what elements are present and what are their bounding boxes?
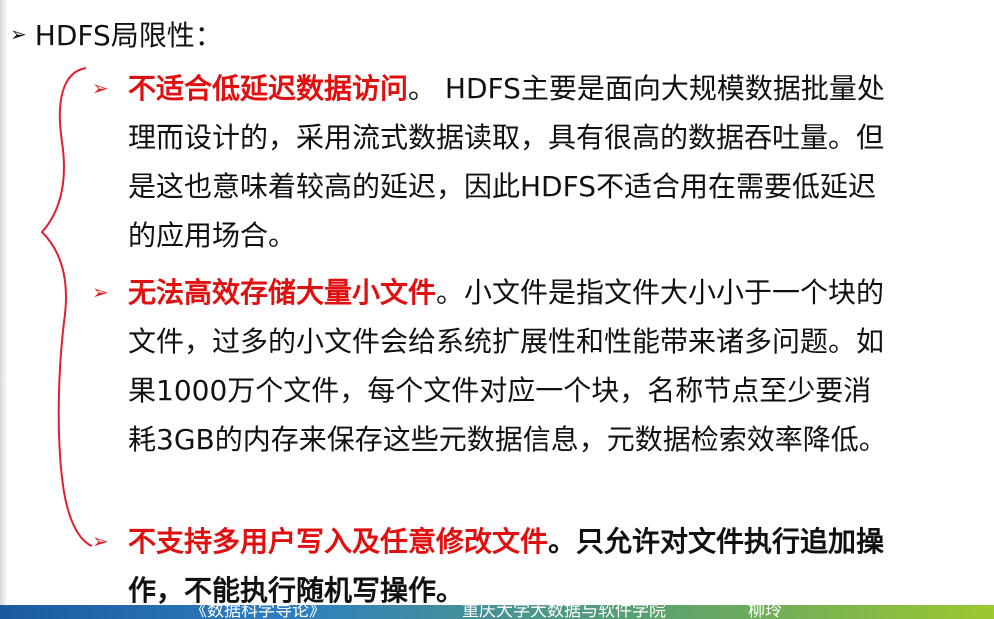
bullet-text: 不适合低延迟数据访问。 HDFS主要是面向大规模数据批量处理而设计的，采用流式数… [128,64,892,260]
footer-author: 柳玲 [748,605,782,619]
arrow-bullet-icon: ➢ [92,529,109,553]
bullet-text: 不支持多用户写入及任意修改文件。只允许对文件执行追加操作，不能执行随机写操作。 [128,517,892,615]
left-edge-shade [0,0,8,608]
footer-course: 《数据科学导论》 [190,605,326,619]
bullet-title: 不支持多用户写入及任意修改文件 [128,525,549,558]
arrow-bullet-icon: ➢ [92,76,109,100]
section-heading: ➢ HDFS局限性： [10,14,223,54]
section-heading-text: HDFS局限性： [34,19,223,52]
bullet-small-files: ➢ 无法高效存储大量小文件。小文件是指文件大小小于一个块的文件，过多的小文件会给… [92,268,892,464]
bullet-title: 不适合低延迟数据访问 [128,72,409,105]
arrow-bullet-icon: ➢ [10,22,27,46]
bullet-title: 无法高效存储大量小文件 [128,276,437,309]
footer-school: 重庆大学大数据与软件学院 [462,605,666,619]
bullet-low-latency: ➢ 不适合低延迟数据访问。 HDFS主要是面向大规模数据批量处理而设计的，采用流… [92,64,892,260]
footer-bar: 《数据科学导论》 重庆大学大数据与软件学院 柳玲 [0,605,994,619]
curly-brace-annotation [40,67,93,547]
arrow-bullet-icon: ➢ [92,280,109,304]
bullet-text: 无法高效存储大量小文件。小文件是指文件大小小于一个块的文件，过多的小文件会给系统… [128,268,892,464]
bullet-multi-user-write: ➢ 不支持多用户写入及任意修改文件。只允许对文件执行追加操作，不能执行随机写操作… [92,517,892,615]
